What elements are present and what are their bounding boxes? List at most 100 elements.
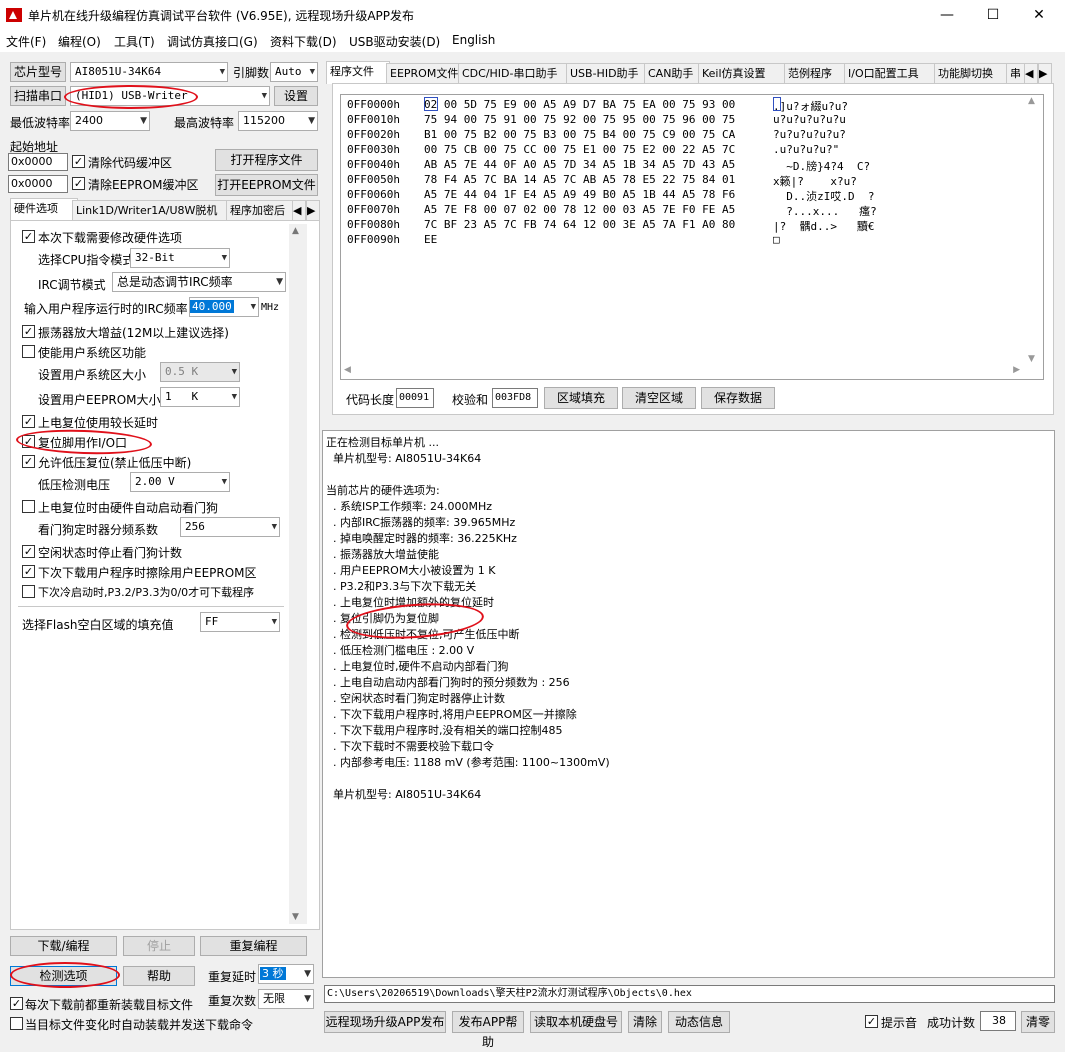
code-address-input[interactable]: 0x0000 [8, 153, 68, 171]
pins-select[interactable]: Auto ▼ [270, 62, 318, 82]
chevron-down-icon: ▼ [221, 477, 227, 487]
fill-area-button[interactable]: 区域填充 [544, 387, 618, 409]
scroll-down-icon[interactable]: ▼ [292, 912, 299, 922]
wdt-auto-checkbox[interactable] [22, 500, 35, 513]
repeat-count-label: 重复次数 [208, 994, 257, 1008]
maximize-button[interactable]: ☐ [970, 2, 1016, 28]
long-delay-checkbox[interactable]: ✓ [22, 415, 35, 428]
scroll-left-icon[interactable]: ◀ [344, 365, 351, 375]
remote-upgrade-button[interactable]: 远程现场升级APP发布 [324, 1011, 446, 1033]
min-baud-select[interactable]: 2400 ▼ [70, 111, 150, 131]
pins-label: 引脚数 [233, 66, 270, 80]
irc-mode-select[interactable]: 总是动态调节IRC频率 ▼ [112, 272, 286, 292]
scroll-right-icon[interactable]: ▶ [1013, 365, 1020, 375]
options-scrollbar[interactable]: ▲ ▼ [289, 224, 307, 924]
clear-code-label: 清除代码缓冲区 [88, 156, 173, 170]
clear-eeprom-label: 清除EEPROM缓冲区 [88, 178, 199, 192]
menu-file[interactable]: 文件(F) [6, 33, 46, 50]
tab-scroll-right-icon[interactable]: ▶ [306, 200, 320, 221]
menu-debug[interactable]: 调试仿真接口(G) [167, 33, 258, 50]
log-line: . 振荡器放大增益使能 [326, 548, 439, 561]
hex-hscroll[interactable]: ◀ ▶ [342, 365, 1022, 379]
reload-checkbox[interactable]: ✓ [10, 997, 23, 1010]
wdt-div-select[interactable]: 256 ▼ [180, 517, 280, 537]
read-disk-button[interactable]: 读取本机硬盘号 [530, 1011, 622, 1033]
tab-eeprom-file[interactable]: EEPROM文件 [386, 63, 462, 84]
idle-wdt-checkbox[interactable]: ✓ [22, 545, 35, 558]
menu-usb-driver[interactable]: USB驱动安装(D) [349, 33, 440, 50]
chevron-down-icon: ▼ [304, 994, 311, 1004]
max-baud-select[interactable]: 115200 ▼ [238, 111, 318, 131]
repeat-program-button[interactable]: 重复编程 [200, 936, 307, 956]
checksum-label: 校验和 [452, 393, 489, 407]
hex-ascii: |? 髃d..> 黷€ [773, 220, 875, 233]
scan-port-button[interactable]: 扫描串口 [10, 86, 66, 106]
tab-io-config[interactable]: I/O口配置工具 [844, 63, 938, 84]
tab-encrypt[interactable]: 程序加密后 [226, 200, 296, 221]
chip-model-select[interactable]: AI8051U-34K64 ▼ [70, 62, 228, 82]
tab-keil[interactable]: Keil仿真设置 [698, 63, 788, 84]
tab-examples[interactable]: 范例程序 [784, 63, 848, 84]
user-system-checkbox[interactable] [22, 345, 35, 358]
tab-can[interactable]: CAN助手 [644, 63, 702, 84]
lvd-select[interactable]: 2.00 V ▼ [130, 472, 230, 492]
menu-english[interactable]: English [452, 33, 495, 47]
clear-area-button[interactable]: 清空区域 [622, 387, 696, 409]
eeprom-address-input[interactable]: 0x0000 [8, 175, 68, 193]
tab-hardware-options[interactable]: 硬件选项 [10, 198, 78, 221]
sound-checkbox[interactable]: ✓ [865, 1015, 878, 1028]
tab-serial-assistant[interactable]: CDC/HID-串口助手 [458, 63, 570, 84]
tab-scroll-left-icon[interactable]: ◀ [292, 200, 306, 221]
publish-help-button[interactable]: 发布APP帮助 [452, 1011, 524, 1049]
hex-vscroll[interactable]: ▲ ▼ [1024, 96, 1042, 364]
menu-download[interactable]: 资料下载(D) [270, 33, 337, 50]
hex-ascii: ?...x... 瘙? [773, 205, 877, 218]
clear-code-checkbox[interactable]: ✓ [72, 155, 85, 168]
irc-freq-input[interactable]: 40.000 ▼ [189, 297, 259, 317]
osc-gain-checkbox[interactable]: ✓ [22, 325, 35, 338]
save-data-button[interactable]: 保存数据 [701, 387, 775, 409]
scroll-down-icon[interactable]: ▼ [1028, 354, 1035, 364]
hex-ascii: ~D.牓}4?4 C? [773, 160, 871, 173]
tab-program-file[interactable]: 程序文件 [326, 61, 390, 84]
system-size-select[interactable]: 0.5 K ▼ [160, 362, 240, 382]
tab-offline[interactable]: Link1D/Writer1A/U8W脱机 [72, 200, 232, 221]
open-eeprom-button[interactable]: 打开EEPROM文件 [215, 174, 318, 196]
p32-p33-label: 下次冷启动时,P3.2/P3.3为0/0才可下载程序 [38, 586, 255, 599]
open-program-button[interactable]: 打开程序文件 [215, 149, 318, 171]
repeat-delay-select[interactable]: 3 秒 ▼ [258, 964, 314, 984]
clear-eeprom-checkbox[interactable]: ✓ [72, 177, 85, 190]
download-button[interactable]: 下载/编程 [10, 936, 117, 956]
log-line: . 掉电唤醒定时器的频率: 36.225KHz [326, 532, 517, 545]
help-button[interactable]: 帮助 [123, 966, 195, 986]
erase-eeprom-checkbox[interactable]: ✓ [22, 565, 35, 578]
scroll-up-icon[interactable]: ▲ [292, 226, 299, 236]
tab-scroll-left-icon[interactable]: ◀ [1024, 63, 1038, 84]
tab-pin-switch[interactable]: 功能脚切换 [934, 63, 1010, 84]
success-count-label: 成功计数 [927, 1016, 976, 1030]
tab-scroll-right-icon[interactable]: ▶ [1038, 63, 1052, 84]
dynamic-info-button[interactable]: 动态信息 [668, 1011, 730, 1033]
eeprom-size-select[interactable]: 1 K ▼ [160, 387, 240, 407]
chip-model-button[interactable]: 芯片型号 [10, 62, 66, 82]
reset-count-button[interactable]: 清零 [1021, 1011, 1055, 1033]
tab-usb-hid[interactable]: USB-HID助手 [566, 63, 648, 84]
menu-program[interactable]: 编程(O) [58, 33, 101, 50]
stop-button[interactable]: 停止 [123, 936, 195, 956]
fill-value-select[interactable]: FF ▼ [200, 612, 280, 632]
modify-hardware-checkbox[interactable]: ✓ [22, 230, 35, 243]
lvr-checkbox[interactable]: ✓ [22, 455, 35, 468]
menu-tools[interactable]: 工具(T) [114, 33, 155, 50]
clear-log-button[interactable]: 清除 [628, 1011, 662, 1033]
p32-p33-checkbox[interactable] [22, 585, 35, 598]
scroll-up-icon[interactable]: ▲ [1028, 96, 1035, 106]
repeat-count-select[interactable]: 无限 ▼ [258, 989, 314, 1009]
log-line: 单片机型号: AI8051U-34K64 [326, 452, 482, 465]
port-settings-button[interactable]: 设置 [274, 86, 318, 106]
close-button[interactable]: ✕ [1016, 2, 1062, 28]
hex-address: 0FF0080h [347, 218, 400, 231]
cpu-mode-select[interactable]: 32-Bit ▼ [130, 248, 230, 268]
auto-send-checkbox[interactable] [10, 1017, 23, 1030]
success-count-value: 38 [980, 1011, 1016, 1031]
minimize-button[interactable]: — [924, 2, 970, 28]
